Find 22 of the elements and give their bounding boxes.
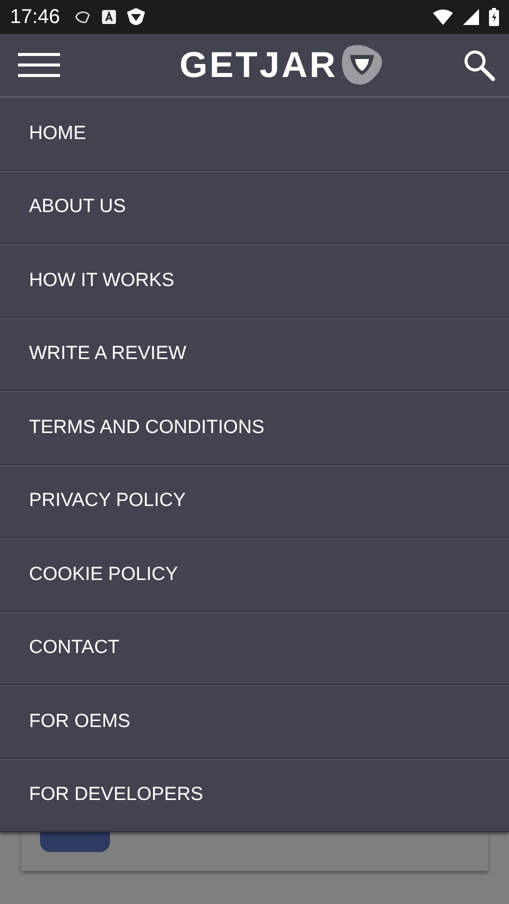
menu-item[interactable]: PRIVACY POLICY xyxy=(0,464,509,538)
shield-icon xyxy=(126,7,146,27)
signal-icon xyxy=(463,9,479,25)
shield-icon xyxy=(340,43,384,87)
status-time: 17:46 xyxy=(10,6,60,28)
menu-item[interactable]: HOW IT WORKS xyxy=(0,244,509,318)
app-icon xyxy=(102,10,116,24)
menu-item[interactable]: COOKIE POLICY xyxy=(0,538,509,612)
menu-item[interactable]: FOR OEMS xyxy=(0,685,509,758)
menu-item[interactable]: ABOUT US xyxy=(0,170,509,244)
battery-icon xyxy=(489,8,499,26)
search-button[interactable] xyxy=(463,49,495,81)
logo-text: GETJAR xyxy=(179,44,338,86)
menu-item[interactable]: TERMS AND CONDITIONS xyxy=(0,391,509,464)
menu-icon xyxy=(18,53,60,77)
menu-item[interactable]: HOME xyxy=(0,97,509,170)
menu-button[interactable] xyxy=(18,53,60,77)
button-background xyxy=(40,832,110,852)
menu-item[interactable]: WRITE A REVIEW xyxy=(0,318,509,391)
menu-item[interactable]: CONTACT xyxy=(0,612,509,685)
wifi-icon xyxy=(433,9,453,25)
search-icon xyxy=(463,49,495,81)
